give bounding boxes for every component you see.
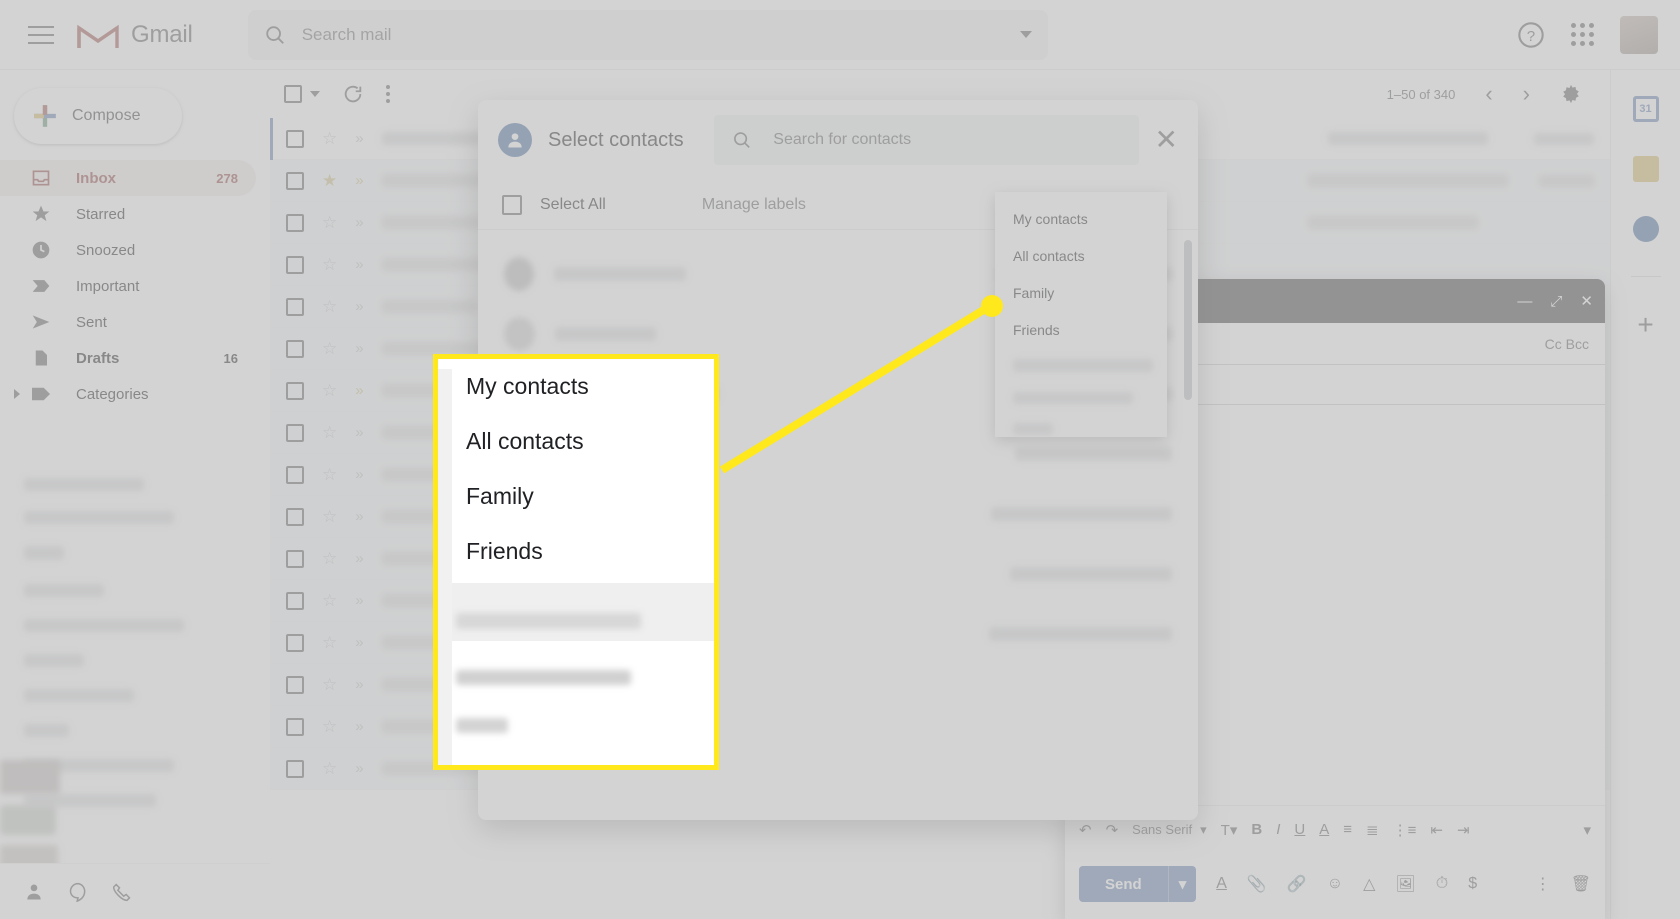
callout-connector-line <box>0 0 1680 919</box>
callout-anchor-dot <box>981 295 1003 317</box>
